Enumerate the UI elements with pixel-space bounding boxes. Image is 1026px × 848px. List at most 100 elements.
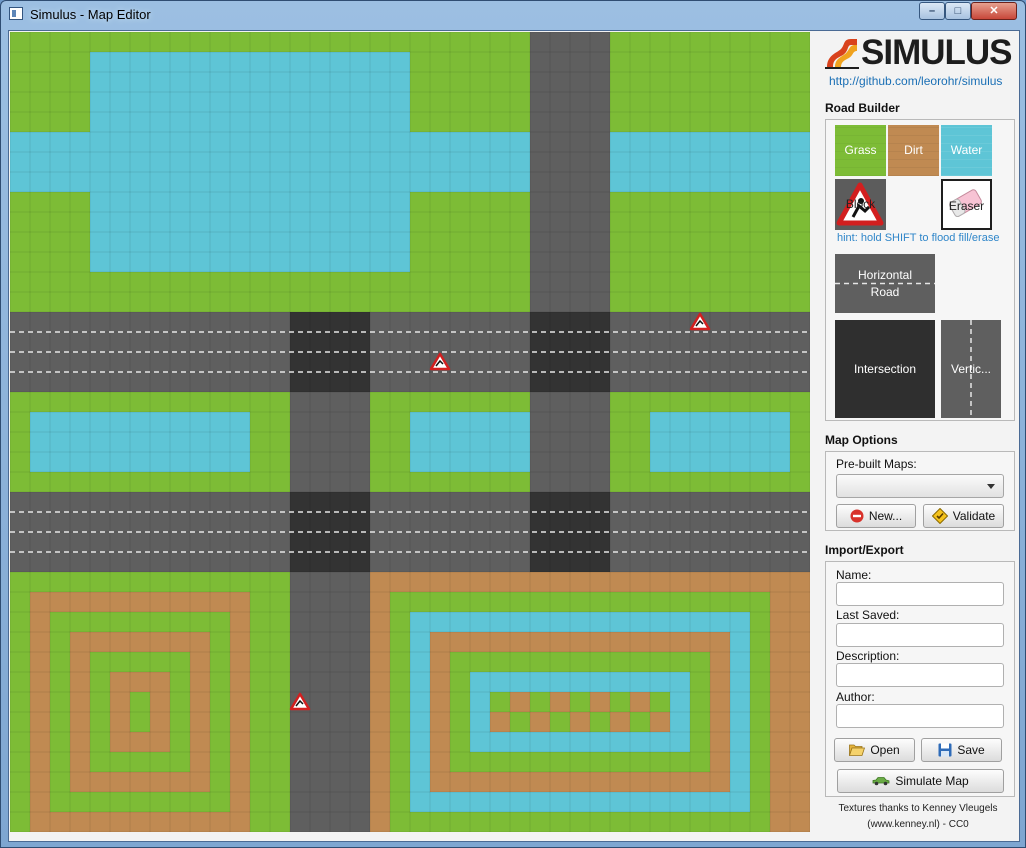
map-tile-horizontal-road[interactable] (70, 312, 90, 332)
map-tile-grass[interactable] (270, 32, 290, 52)
map-tile-horizontal-road[interactable] (470, 312, 490, 332)
map-tile-grass[interactable] (470, 272, 490, 292)
map-tile-water[interactable] (550, 792, 570, 812)
map-tile-grass[interactable] (450, 672, 470, 692)
map-tile-horizontal-road[interactable] (250, 492, 270, 512)
map-tile-vertical-road[interactable] (290, 452, 310, 472)
map-tile-horizontal-road[interactable] (510, 552, 530, 572)
map-tile-horizontal-road[interactable] (430, 532, 450, 552)
map-tile-water[interactable] (390, 52, 410, 72)
map-tile-water[interactable] (70, 412, 90, 432)
map-tile-grass[interactable] (10, 92, 30, 112)
map-tile-grass[interactable] (110, 572, 130, 592)
map-tile-water[interactable] (230, 92, 250, 112)
map-tile-water[interactable] (90, 172, 110, 192)
map-tile-grass[interactable] (50, 792, 70, 812)
map-tile-horizontal-road[interactable] (30, 492, 50, 512)
map-tile-water[interactable] (410, 672, 430, 692)
map-tile-vertical-road[interactable] (570, 152, 590, 172)
map-tile-water[interactable] (450, 792, 470, 812)
map-tile-water[interactable] (610, 732, 630, 752)
map-tile-horizontal-road[interactable] (470, 352, 490, 372)
map-tile-grass[interactable] (670, 392, 690, 412)
map-tile-water[interactable] (450, 172, 470, 192)
map-tile-grass[interactable] (790, 472, 810, 492)
map-tile-dirt[interactable] (230, 632, 250, 652)
map-tile-grass[interactable] (650, 212, 670, 232)
map-tile-grass[interactable] (630, 32, 650, 52)
map-tile-water[interactable] (390, 132, 410, 152)
map-tile-grass[interactable] (450, 692, 470, 712)
map-tile-grass[interactable] (750, 772, 770, 792)
map-tile-grass[interactable] (710, 72, 730, 92)
map-tile-vertical-road[interactable] (290, 712, 310, 732)
map-tile-grass[interactable] (10, 652, 30, 672)
map-tile-intersection[interactable] (550, 352, 570, 372)
map-tile-vertical-road[interactable] (330, 732, 350, 752)
map-tile-grass[interactable] (470, 812, 490, 832)
map-tile-horizontal-road[interactable] (10, 512, 30, 532)
map-tile-grass[interactable] (510, 392, 530, 412)
map-tile-horizontal-road[interactable] (190, 552, 210, 572)
map-tile-grass[interactable] (430, 32, 450, 52)
map-tile-grass[interactable] (690, 672, 710, 692)
map-tile-water[interactable] (270, 232, 290, 252)
map-tile-horizontal-road[interactable] (390, 552, 410, 572)
map-tile-vertical-road[interactable] (570, 132, 590, 152)
map-tile-water[interactable] (710, 432, 730, 452)
map-tile-grass[interactable] (250, 652, 270, 672)
map-tile-grass[interactable] (50, 272, 70, 292)
map-tile-vertical-road[interactable] (570, 252, 590, 272)
map-tile-grass[interactable] (10, 672, 30, 692)
map-tile-grass[interactable] (10, 292, 30, 312)
map-tile-vertical-road[interactable] (550, 112, 570, 132)
map-tile-water[interactable] (450, 152, 470, 172)
map-tile-grass[interactable] (410, 392, 430, 412)
title-bar[interactable]: Simulus - Map Editor – □ ✕ (1, 1, 1025, 27)
map-tile-grass[interactable] (110, 472, 130, 492)
map-tile-grass[interactable] (710, 292, 730, 312)
map-tile-horizontal-road[interactable] (30, 312, 50, 332)
map-tile-water[interactable] (370, 172, 390, 192)
map-tile-water[interactable] (570, 612, 590, 632)
map-tile-horizontal-road[interactable] (130, 492, 150, 512)
map-tile-horizontal-road[interactable] (770, 332, 790, 352)
map-tile-water[interactable] (230, 452, 250, 472)
map-tile-water[interactable] (110, 212, 130, 232)
map-tile-grass[interactable] (650, 52, 670, 72)
map-tile-grass[interactable] (490, 692, 510, 712)
map-tile-dirt[interactable] (190, 752, 210, 772)
map-tile-water[interactable] (310, 52, 330, 72)
map-tile-grass[interactable] (690, 812, 710, 832)
map-tile-dirt[interactable] (590, 572, 610, 592)
map-tile-horizontal-road[interactable] (710, 492, 730, 512)
map-tile-water[interactable] (730, 792, 750, 812)
map-tile-grass[interactable] (690, 472, 710, 492)
map-tile-grass[interactable] (610, 472, 630, 492)
map-tile-grass[interactable] (330, 292, 350, 312)
map-tile-vertical-road[interactable] (310, 592, 330, 612)
map-tile-grass[interactable] (250, 592, 270, 612)
map-tile-water[interactable] (490, 172, 510, 192)
map-tile-grass[interactable] (630, 192, 650, 212)
map-tile-water[interactable] (10, 132, 30, 152)
map-tile-dirt[interactable] (190, 592, 210, 612)
map-tile-dirt[interactable] (710, 672, 730, 692)
map-tile-water[interactable] (670, 412, 690, 432)
map-tile-horizontal-road[interactable] (410, 312, 430, 332)
map-tile-grass[interactable] (50, 472, 70, 492)
map-tile-horizontal-road[interactable] (390, 312, 410, 332)
map-tile-water[interactable] (770, 412, 790, 432)
map-tile-water[interactable] (790, 152, 810, 172)
map-tile-grass[interactable] (450, 232, 470, 252)
map-tile-dirt[interactable] (70, 672, 90, 692)
map-tile-water[interactable] (390, 252, 410, 272)
map-tile-vertical-road[interactable] (550, 472, 570, 492)
map-tile-water[interactable] (30, 452, 50, 472)
map-tile-dirt[interactable] (790, 772, 810, 792)
map-tile-grass[interactable] (750, 652, 770, 672)
map-tile-grass[interactable] (430, 472, 450, 492)
map-tile-grass[interactable] (50, 392, 70, 412)
map-tile-water[interactable] (70, 132, 90, 152)
map-tile-dirt[interactable] (390, 572, 410, 592)
